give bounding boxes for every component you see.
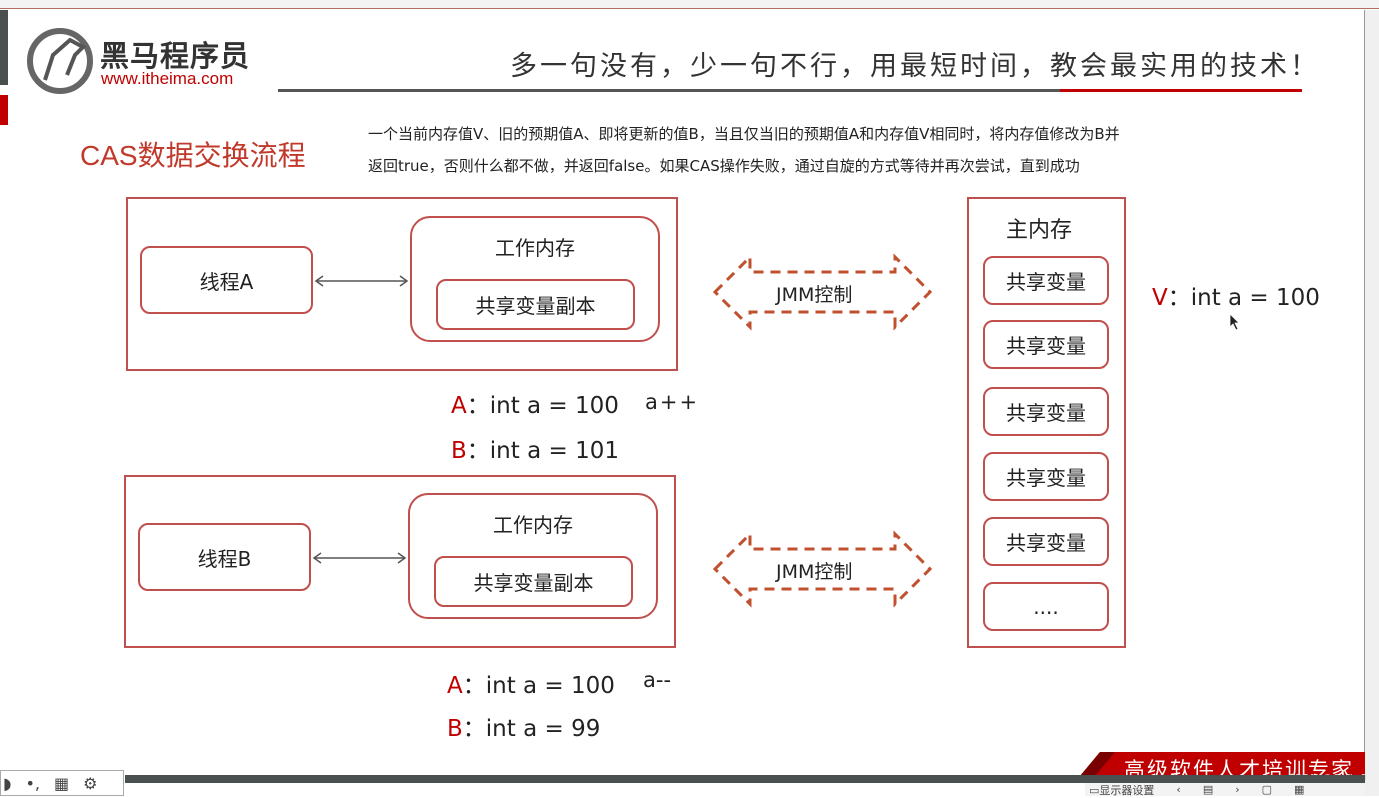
slogan: 多一句没有，少一句不行，用最短时间，教会最实用的技术！ [510, 51, 1320, 82]
sorter-view-icon[interactable]: ▦ [1294, 783, 1304, 796]
keyboard-icon[interactable]: ▦ [54, 774, 69, 793]
shared-copy-b: 共享变量副本 [434, 556, 633, 607]
thread-a-op: a++ [645, 390, 700, 414]
slide-title: CAS数据交换流程 [80, 140, 306, 171]
pen-icon[interactable]: ◗ [3, 774, 11, 793]
description-line-2: 返回true，否则什么都不做，并返回false。如果CAS操作失败，通过自旋的方… [368, 157, 1080, 175]
main-memory-title: 主内存 [1006, 218, 1073, 243]
header-rule-red [1060, 89, 1302, 92]
logo-url: www.itheima.com [101, 69, 234, 88]
shared-variable: 共享变量 [983, 387, 1109, 436]
shared-variable: 共享变量 [983, 517, 1109, 566]
settings-gear-icon[interactable]: ⚙ [83, 774, 97, 793]
thread-a-expected: A：int a = 100 [451, 393, 619, 419]
logo: 黑马程序员 www.itheima.com [25, 25, 260, 95]
next-slide-icon[interactable]: › [1235, 783, 1239, 796]
window-title-bar [0, 0, 1379, 9]
thread-b-expected: A：int a = 100 [447, 673, 615, 699]
jmm-label-b: JMM控制 [776, 561, 853, 583]
work-memory-label: 工作内存 [495, 236, 575, 260]
description-line-1: 一个当前内存值V、旧的预期值A、即将更新的值B，当且仅当旧的预期值A和内存值V相… [368, 125, 1120, 143]
thread-b-op: a-- [643, 668, 672, 692]
shared-variable-more: .... [983, 582, 1109, 631]
shared-variable: 共享变量 [983, 256, 1109, 305]
jmm-label-a: JMM控制 [776, 284, 853, 306]
bidirectional-arrow-a [314, 275, 409, 287]
display-settings-button[interactable]: ▭显示器设置 [1089, 782, 1154, 798]
status-bar: ▭显示器设置 ‹ ▤ › ▢ ▦ [1085, 782, 1365, 798]
left-edge-bar [0, 10, 8, 85]
thread-a-box: 线程A [140, 246, 313, 314]
shared-copy-a: 共享变量副本 [436, 279, 635, 330]
shared-variable: 共享变量 [983, 452, 1109, 501]
left-edge-red [0, 95, 8, 125]
mouse-cursor-icon [1229, 313, 1240, 331]
previous-slide-icon[interactable]: ‹ [1176, 783, 1180, 796]
slideshow-toolbar: ◗ •, ▦ ⚙ [0, 770, 124, 796]
memory-value: V：int a = 100 [1152, 285, 1320, 311]
bidirectional-arrow-b [312, 552, 407, 564]
monitor-icon: ▭ [1089, 783, 1100, 797]
shared-variable: 共享变量 [983, 320, 1109, 369]
pointer-icon[interactable]: •, [25, 774, 40, 793]
slide-list-icon[interactable]: ▤ [1203, 783, 1213, 796]
normal-view-icon[interactable]: ▢ [1262, 783, 1272, 796]
horse-logo-icon [27, 28, 93, 94]
thread-a-new: B：int a = 101 [451, 438, 619, 464]
slide-bottom-band [125, 775, 1365, 783]
thread-b-box: 线程B [138, 523, 311, 591]
right-scrollbar[interactable] [1364, 10, 1379, 796]
header-rule [278, 89, 1060, 92]
thread-b-new: B：int a = 99 [447, 716, 601, 742]
work-memory-label: 工作内存 [493, 513, 573, 537]
